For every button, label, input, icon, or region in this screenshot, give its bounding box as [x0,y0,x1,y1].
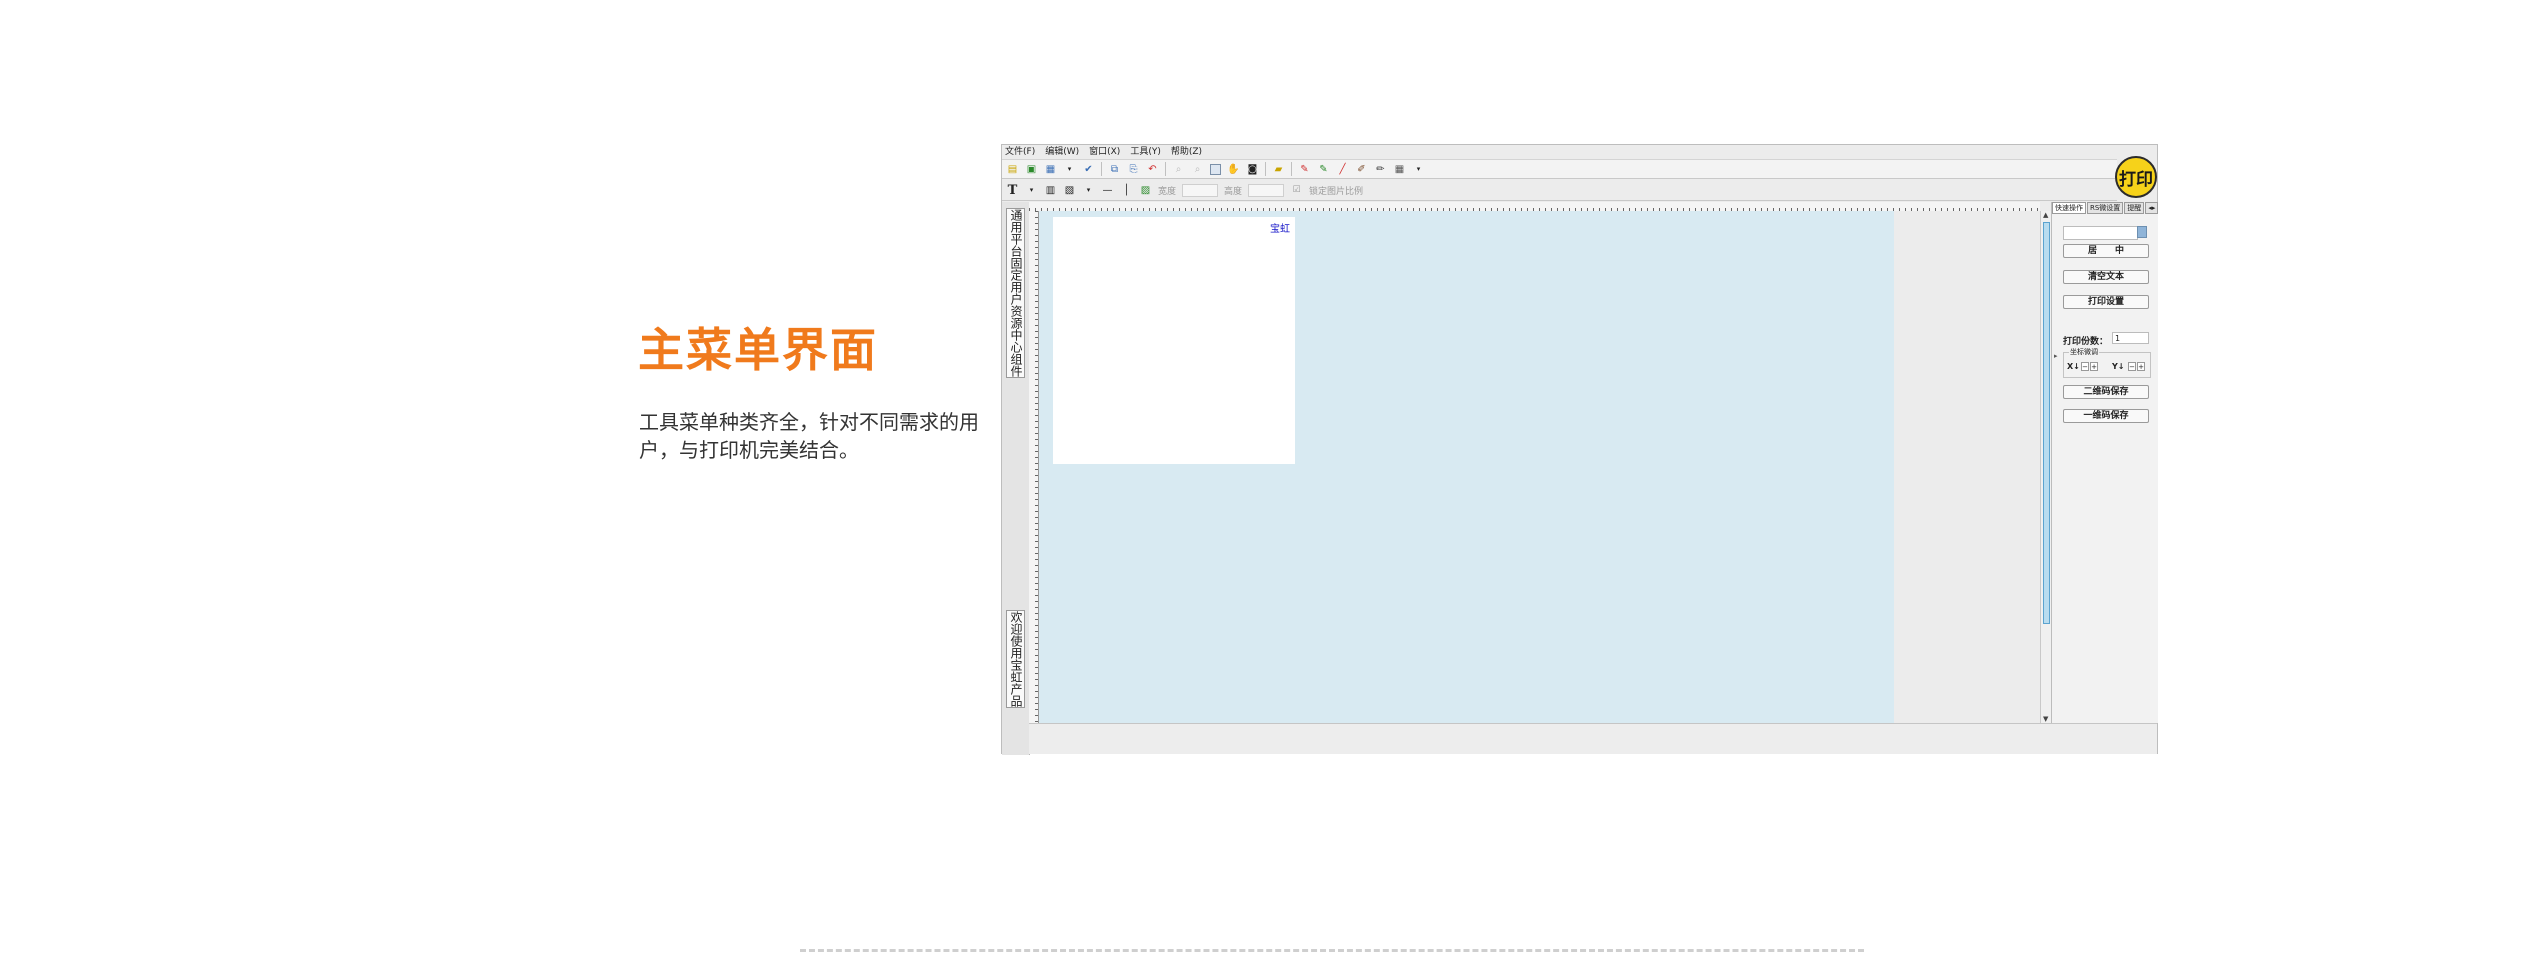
image-icon[interactable]: ▧ [1063,184,1076,197]
hand-tool-icon[interactable]: ✋ [1227,163,1240,176]
tab-quick-ops[interactable]: 快速操作 [2052,202,2086,214]
fit-page-icon[interactable] [1210,163,1221,175]
vertical-tab-components[interactable]: 通用平台固定用户资源中心组件 [1006,208,1025,378]
barcode-save-button[interactable]: 一维码保存 [2063,409,2149,423]
vertical-tab-strip: 通用平台固定用户资源中心组件 欢迎使用宝虹产品 [1002,202,1030,755]
menu-edit[interactable]: 编辑(W) [1045,145,1079,159]
undo-icon[interactable]: ↶ [1146,163,1159,176]
copies-input[interactable]: 1 [2112,332,2149,344]
copy-icon[interactable]: ⧉ [1108,163,1121,176]
toolbar-separator [1291,162,1292,176]
zoom-out-icon[interactable]: ⌕ [1191,163,1204,176]
scrollbar-thumb[interactable] [2043,222,2050,624]
x-plus-button[interactable]: + [2090,362,2098,371]
camera-icon[interactable]: ◙ [1246,163,1259,176]
vertical-line-icon[interactable]: │ [1120,184,1133,197]
tab-rs-settings[interactable]: RS微设置 [2087,202,2124,214]
grid-icon[interactable]: ▦ [1393,163,1406,176]
coordinate-adjust-title: 坐标微调 [2069,347,2099,357]
save-dropdown-icon[interactable]: ▾ [1063,163,1076,176]
text-tool-icon[interactable]: T [1006,184,1019,197]
grid-dropdown-icon[interactable]: ▾ [1412,163,1425,176]
dropdown-arrow-icon[interactable] [2137,226,2147,238]
pen-green-icon[interactable]: ✎ [1317,163,1330,176]
promo-title: 主菜单界面 [638,323,878,377]
menu-bar: 文件(F) 编辑(W) 窗口(X) 工具(Y) 帮助(Z) [1002,145,2112,159]
clear-text-button[interactable]: 清空文本 [2063,270,2149,284]
pen-red-icon[interactable]: ✎ [1298,163,1311,176]
right-panel-tabs: 快速操作 RS微设置 提醒 ◂▸ [2052,202,2159,214]
copies-label: 打印份数： [2063,337,2109,347]
promo-description: 工具菜单种类齐全，针对不同需求的用户，与打印机完美结合。 [639,410,979,462]
right-panel: 快速操作 RS微设置 提醒 ◂▸ ▸ 居 中 清空文本 打印设置 打印份数： 1… [2051,202,2159,723]
label-paper[interactable]: 宝虹 [1053,217,1295,464]
design-canvas[interactable]: 宝虹 [1039,211,2040,723]
toolbar-separator [1165,162,1166,176]
height-label: 高度 [1224,187,1243,197]
center-button[interactable]: 居 中 [2063,244,2149,258]
line-tool-icon[interactable]: ╱ [1336,163,1349,176]
toolbar-separator [1101,162,1102,176]
width-input[interactable] [1182,184,1219,197]
app-window: 文件(F) 编辑(W) 窗口(X) 工具(Y) 帮助(Z) ▤ ▣ ▦ ▾ ✔ … [1001,144,2159,755]
status-bar [1029,723,2157,754]
save-file-icon[interactable]: ▦ [1044,163,1057,176]
vertical-ruler [1029,211,1039,723]
format-toolbar: T ▾ ▥ ▧ ▾ — │ ▨ 宽度 高度 ☑ 锁定图片比例 [1002,181,2117,201]
vertical-tab-welcome[interactable]: 欢迎使用宝虹产品 [1006,610,1025,708]
print-button[interactable]: 打印 [2115,156,2157,198]
qr-code-save-button[interactable]: 二维码保存 [2063,385,2149,399]
canvas-background: 宝虹 [1039,211,1894,723]
y-minus-button[interactable]: − [2128,362,2136,371]
open-file-icon[interactable]: ▣ [1025,163,1038,176]
folder-icon[interactable]: ▰ [1272,163,1285,176]
y-coordinate-label: Y↓ [2112,362,2125,371]
text-dropdown-icon[interactable]: ▾ [1025,184,1038,197]
menu-window[interactable]: 窗口(X) [1089,145,1120,159]
lock-ratio-checkbox[interactable]: ☑ [1290,184,1303,197]
y-plus-button[interactable]: + [2137,362,2145,371]
menu-tools[interactable]: 工具(Y) [1130,145,1161,159]
picture-icon[interactable]: ▨ [1139,184,1152,197]
main-toolbar: ▤ ▣ ▦ ▾ ✔ ⧉ ⎘ ↶ ⌕ ⌕ ✋ ◙ ▰ ✎ ✎ ╱ ✐ ✏ ▦ ▾ [1002,159,2117,179]
tab-reminder[interactable]: 提醒 [2124,202,2145,214]
scroll-up-icon[interactable]: ▲ [2043,211,2048,219]
paste-icon[interactable]: ⎘ [1127,163,1140,176]
bottom-divider [800,949,1864,952]
side-caret-icon: ▸ [2054,352,2058,360]
image-dropdown-icon[interactable]: ▾ [1082,184,1095,197]
height-input[interactable] [1248,184,1285,197]
pencil-icon[interactable]: ✏ [1374,163,1387,176]
scroll-down-icon[interactable]: ▼ [2043,715,2048,723]
x-minus-button[interactable]: − [2081,362,2089,371]
object-select-input[interactable] [2063,226,2138,240]
lock-ratio-label: 锁定图片比例 [1309,187,1364,197]
barcode-icon[interactable]: ▥ [1044,184,1057,197]
zoom-in-icon[interactable]: ⌕ [1172,163,1185,176]
check-icon[interactable]: ✔ [1082,163,1095,176]
toolbar-separator [1265,162,1266,176]
tab-scroll-icon[interactable]: ◂▸ [2145,202,2159,214]
menu-file[interactable]: 文件(F) [1005,145,1035,159]
width-label: 宽度 [1158,187,1177,197]
coordinate-adjust-group: 坐标微调 X↓ − + Y↓ − + [2063,347,2151,378]
horizontal-line-icon[interactable]: — [1101,184,1114,197]
brush-icon[interactable]: ✐ [1355,163,1368,176]
new-file-icon[interactable]: ▤ [1006,163,1019,176]
menu-help[interactable]: 帮助(Z) [1171,145,1202,159]
label-text-object[interactable]: 宝虹 [1270,220,1290,235]
x-coordinate-label: X↓ [2067,362,2080,371]
print-settings-button[interactable]: 打印设置 [2063,295,2149,309]
